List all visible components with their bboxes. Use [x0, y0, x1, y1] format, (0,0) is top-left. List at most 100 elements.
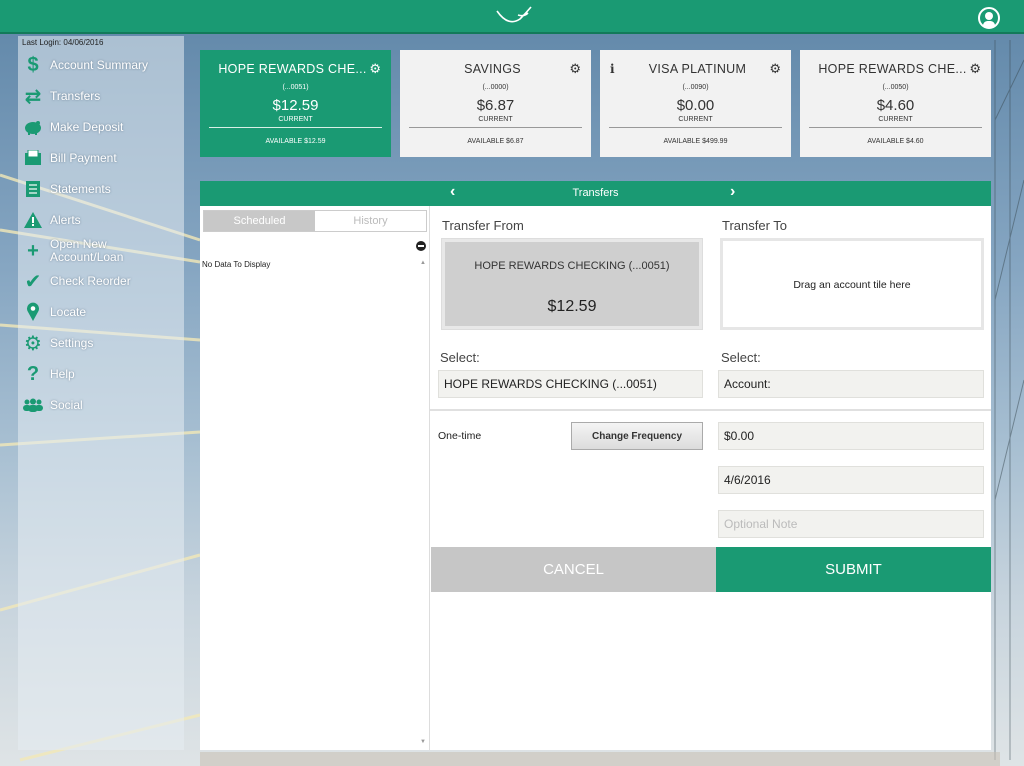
sidebar-item-check-reorder[interactable]: ✔ Check Reorder: [22, 268, 182, 294]
user-profile-icon[interactable]: [978, 7, 1000, 29]
available-balance: AVAILABLE $6.87: [467, 138, 524, 145]
account-number: (...0000): [482, 84, 509, 91]
select-from-dropdown[interactable]: HOPE REWARDS CHECKING (...0051): [438, 370, 703, 398]
available-balance: AVAILABLE $4.60: [867, 138, 924, 145]
scroll-up-icon[interactable]: ▲: [420, 260, 426, 266]
sidebar-item-alerts[interactable]: Alerts: [22, 207, 182, 233]
gear-icon[interactable]: ⚙: [769, 61, 781, 77]
date-field[interactable]: 4/6/2016: [718, 466, 984, 494]
tile-divider: [409, 127, 582, 128]
account-name: HOPE REWARDS CHE...: [218, 62, 367, 76]
transfers-panel: Scheduled History No Data To Display ▲ ▼…: [200, 206, 991, 750]
tab-scheduled[interactable]: Scheduled: [204, 211, 315, 231]
top-bar: [0, 0, 1024, 34]
change-frequency-button[interactable]: Change Frequency: [571, 422, 703, 450]
gear-icon: ⚙: [24, 332, 42, 355]
sidebar-item-label: Open New Account/Loan: [50, 237, 124, 264]
sidebar-item-label: Statements: [50, 181, 111, 196]
tile-divider: [809, 127, 982, 128]
sidebar-item-statements[interactable]: Statements: [22, 176, 182, 202]
tile-divider: [209, 127, 382, 128]
sidebar-item-label: Settings: [50, 335, 94, 350]
people-icon: [22, 394, 44, 416]
select-from-label: Select:: [440, 350, 480, 365]
account-tile-checking-0050[interactable]: HOPE REWARDS CHE... ⚙ (...0050) $4.60 CU…: [800, 50, 991, 157]
balance-label: CURRENT: [278, 116, 313, 123]
sidebar-item-account-summary[interactable]: $ Account Summary: [22, 52, 182, 78]
balance-label: CURRENT: [678, 116, 713, 123]
account-balance: $6.87: [476, 97, 515, 114]
sidebar-item-label: Check Reorder: [50, 273, 131, 288]
bill-envelope-icon: [22, 147, 44, 169]
sidebar-item-make-deposit[interactable]: Make Deposit: [22, 114, 182, 140]
last-login-text: Last Login: 04/06/2016: [22, 38, 104, 47]
transfers-header: ‹ Transfers ›: [200, 181, 991, 206]
sidebar-item-help[interactable]: ? Help: [22, 361, 182, 387]
account-name: HOPE REWARDS CHE...: [818, 62, 967, 76]
account-number: (...0090): [682, 84, 709, 91]
transfer-to-dropzone[interactable]: Drag an account tile here: [720, 238, 984, 330]
checkmark-icon: ✔: [24, 270, 42, 293]
chevron-right-icon[interactable]: ›: [730, 183, 735, 201]
plus-icon: +: [27, 239, 39, 262]
account-name: VISA PLATINUM: [648, 62, 747, 76]
account-number: (...0051): [282, 84, 309, 91]
amount-field[interactable]: $0.00: [718, 422, 984, 450]
available-balance: AVAILABLE $499.99: [663, 138, 728, 145]
scroll-down-icon[interactable]: ▼: [420, 739, 426, 745]
question-icon: ?: [26, 362, 40, 385]
account-tile-savings[interactable]: SAVINGS ⚙ (...0000) $6.87 CURRENT AVAILA…: [400, 50, 591, 157]
account-tile-visa[interactable]: i VISA PLATINUM ⚙ (...0090) $0.00 CURREN…: [600, 50, 791, 157]
gear-icon[interactable]: ⚙: [569, 61, 581, 77]
gear-icon[interactable]: ⚙: [369, 61, 381, 77]
sidebar: Last Login: 04/06/2016 $ Account Summary…: [18, 36, 184, 750]
tile-divider: [609, 127, 782, 128]
sidebar-item-label: Social: [50, 397, 83, 412]
empty-state-text: No Data To Display: [202, 260, 271, 269]
transfer-to-label: Transfer To: [722, 218, 788, 233]
piggy-bank-icon: [22, 116, 44, 138]
account-tile-checking-0051[interactable]: HOPE REWARDS CHE... ⚙ (...0051) $12.59 C…: [200, 50, 391, 157]
sidebar-item-label: Locate: [50, 304, 87, 319]
from-account-balance: $12.59: [547, 298, 597, 315]
scheduled-pane: Scheduled History No Data To Display ▲ ▼: [200, 206, 430, 750]
sidebar-item-transfers[interactable]: ⇄ Transfers: [22, 83, 182, 109]
from-account-card: HOPE REWARDS CHECKING (...0051) $12.59: [445, 242, 699, 326]
sidebar-item-social[interactable]: Social: [22, 392, 182, 418]
select-to-dropdown[interactable]: Account:: [718, 370, 984, 398]
warning-icon: [22, 209, 44, 231]
sidebar-item-label: Help: [50, 366, 75, 381]
dollar-icon: $: [27, 53, 39, 76]
sidebar-item-settings[interactable]: ⚙ Settings: [22, 330, 182, 356]
select-to-label: Select:: [721, 350, 761, 365]
cancel-button[interactable]: CANCEL: [431, 547, 716, 592]
sidebar-item-locate[interactable]: Locate: [22, 299, 182, 325]
frequency-text: One-time: [438, 430, 482, 442]
balance-label: CURRENT: [878, 116, 913, 123]
tab-group: Scheduled History: [203, 210, 427, 232]
transfer-from-label: Transfer From: [442, 218, 524, 233]
sidebar-item-label: Transfers: [50, 88, 101, 103]
balance-label: CURRENT: [478, 116, 513, 123]
info-icon[interactable]: i: [610, 62, 615, 76]
bird-logo-icon: [496, 6, 532, 23]
account-balance: $0.00: [676, 97, 715, 114]
sidebar-item-open-new-account[interactable]: + Open New Account/Loan: [22, 238, 182, 264]
document-icon: [22, 178, 44, 200]
note-field[interactable]: Optional Note: [718, 510, 984, 538]
minus-circle-icon[interactable]: [416, 241, 426, 251]
account-balance: $12.59: [272, 97, 319, 114]
submit-button[interactable]: SUBMIT: [716, 547, 991, 592]
account-number: (...0050): [882, 84, 909, 91]
map-pin-icon: [22, 301, 44, 323]
tab-history[interactable]: History: [315, 211, 426, 231]
available-balance: AVAILABLE $12.59: [265, 138, 326, 145]
sidebar-item-label: Bill Payment: [50, 150, 117, 165]
section-divider: [430, 409, 991, 411]
sidebar-item-bill-payment[interactable]: Bill Payment: [22, 145, 182, 171]
transfer-arrows-icon: ⇄: [24, 85, 42, 108]
transfer-from-tile[interactable]: HOPE REWARDS CHECKING (...0051) $12.59: [441, 238, 703, 330]
sidebar-item-label: Make Deposit: [50, 119, 124, 134]
dropzone-hint: Drag an account tile here: [793, 279, 911, 291]
gear-icon[interactable]: ⚙: [969, 61, 981, 77]
